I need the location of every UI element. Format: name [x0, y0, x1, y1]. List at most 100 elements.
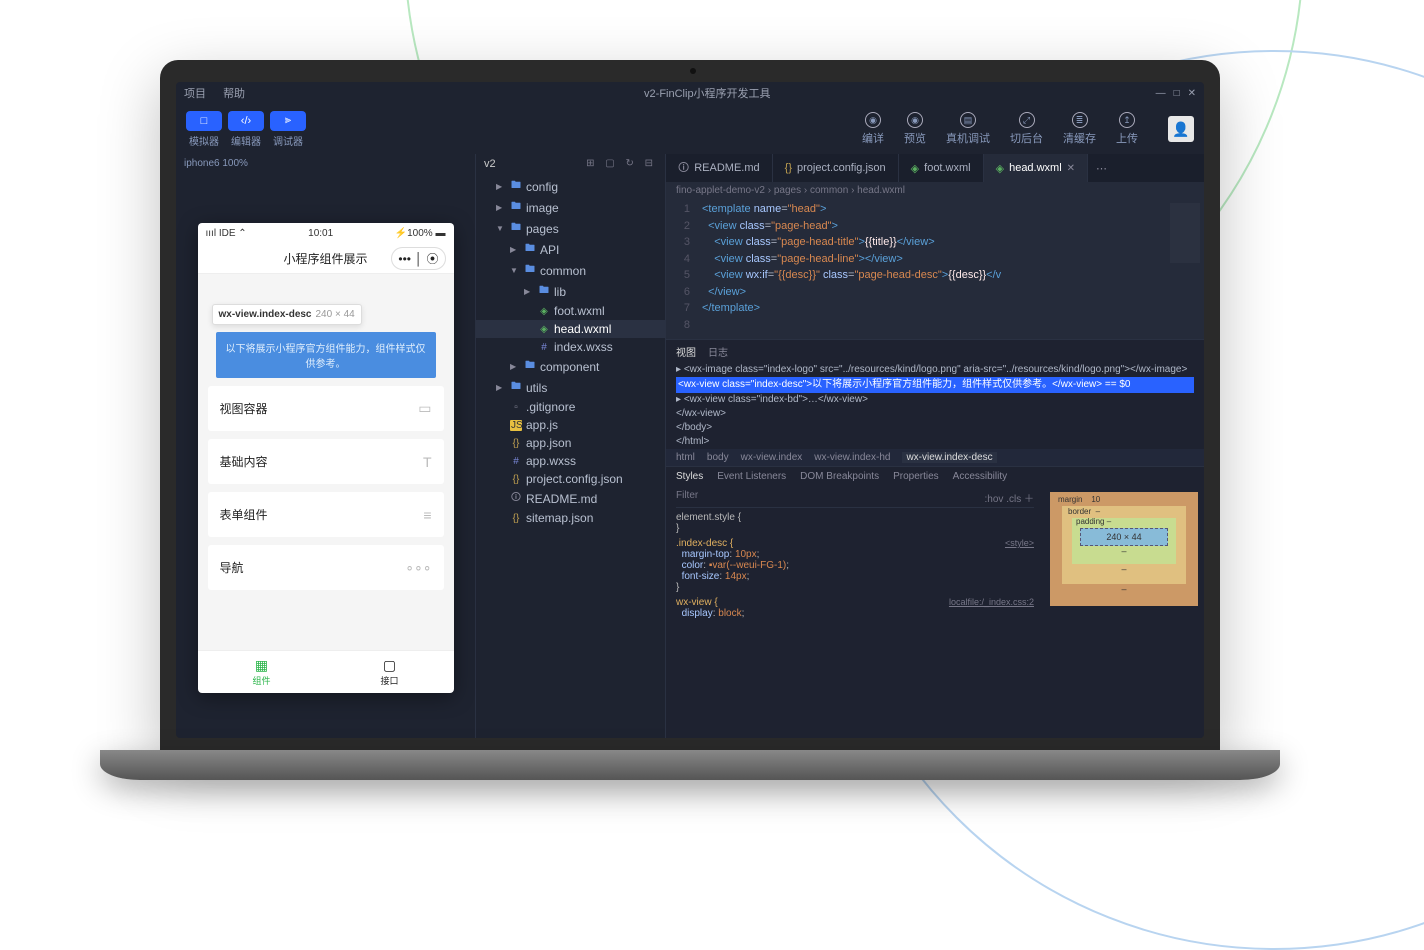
dom-crumb[interactable]: wx-view.index-hd	[814, 452, 890, 463]
style-subtab[interactable]: Accessibility	[953, 471, 1007, 482]
file-item[interactable]: #app.wxss	[476, 452, 665, 470]
style-subtab[interactable]: Event Listeners	[717, 471, 786, 482]
folder-item[interactable]: ▼🖿common	[476, 260, 665, 281]
editor-tab[interactable]: 🛈README.md	[666, 154, 773, 182]
ide-window: 项目 帮助 v2-FinClip小程序开发工具 — □ ✕ □模拟器 ‹/	[176, 82, 1204, 738]
folder-item[interactable]: ▶🖿lib	[476, 281, 665, 302]
file-item[interactable]: 🛈README.md	[476, 488, 665, 509]
simulator-panel: iphone6 100% ıııl IDE ⌃ 10:01 ⚡100% ▬ 小程…	[176, 154, 476, 738]
list-card[interactable]: 视图容器 ▭	[208, 386, 444, 431]
style-subtab[interactable]: DOM Breakpoints	[800, 471, 879, 482]
device-tabbar: ▦组件 ▢接口	[198, 650, 454, 693]
project-root[interactable]: v2	[484, 158, 496, 170]
file-item[interactable]: {}app.json	[476, 434, 665, 452]
upload-button[interactable]: ↥上传	[1116, 112, 1138, 146]
close-icon[interactable]: ✕	[1188, 88, 1196, 99]
folder-item[interactable]: ▼🖿pages	[476, 218, 665, 239]
card-label: 导航	[220, 559, 244, 576]
menu-help[interactable]: 帮助	[223, 88, 245, 100]
device-label[interactable]: iphone6 100%	[176, 154, 475, 173]
folder-item[interactable]: ▶🖿config	[476, 176, 665, 197]
view-editor-toggle[interactable]: ‹/›编辑器	[228, 111, 264, 148]
card-label: 视图容器	[220, 400, 268, 417]
tab-api[interactable]: ▢接口	[326, 651, 454, 693]
devtools: 视图 日志 ▸ <wx-image class="index-logo" src…	[666, 339, 1204, 738]
remote-debug-button[interactable]: ▤真机调试	[946, 112, 990, 146]
status-battery: ⚡100% ▬	[395, 228, 446, 239]
device-statusbar: ıııl IDE ⌃ 10:01 ⚡100% ▬	[198, 223, 454, 244]
editor-tab[interactable]: {}project.config.json	[773, 154, 899, 182]
laptop-frame: 项目 帮助 v2-FinClip小程序开发工具 — □ ✕ □模拟器 ‹/	[160, 60, 1220, 780]
tab-components[interactable]: ▦组件	[198, 651, 326, 693]
dom-tree[interactable]: ▸ <wx-image class="index-logo" src="../r…	[666, 363, 1204, 449]
file-explorer: v2 ⊞ ▢ ↻ ⊟ ▶🖿config▶🖿image▼🖿pages▶🖿API▼🖿…	[476, 154, 666, 738]
status-time: 10:01	[308, 228, 333, 239]
file-item[interactable]: #index.wxss	[476, 338, 665, 356]
style-rules[interactable]: Filter :hov .cls ＋ element.style {} <sty…	[666, 486, 1044, 738]
style-subtab[interactable]: Styles	[676, 471, 703, 482]
file-item[interactable]: ◈foot.wxml	[476, 302, 665, 320]
device-frame: ıııl IDE ⌃ 10:01 ⚡100% ▬ 小程序组件展示 •••│⦿ w…	[198, 223, 454, 693]
list-card[interactable]: 基础内容 T	[208, 439, 444, 484]
card-icon: T	[423, 454, 432, 470]
tab-overflow[interactable]: ⋯	[1088, 154, 1115, 182]
list-card[interactable]: 表单组件 ≡	[208, 492, 444, 537]
folder-item[interactable]: ▶🖿API	[476, 239, 665, 260]
capsule-button[interactable]: •••│⦿	[391, 247, 445, 270]
folder-item[interactable]: ▶🖿component	[476, 356, 665, 377]
device-navbar: 小程序组件展示 •••│⦿	[198, 244, 454, 274]
camera-dot	[690, 68, 696, 74]
chip-icon: ▢	[326, 657, 454, 674]
editor-tab[interactable]: ◈head.wxml✕	[984, 154, 1088, 182]
close-tab-icon[interactable]: ✕	[1067, 163, 1075, 174]
card-label: 表单组件	[220, 506, 268, 523]
toolbar: □模拟器 ‹/›编辑器 ⫸调试器 ◉编详 ◉预览 ▤真机调试 ⤢切后台 ≣清缓存…	[176, 104, 1204, 154]
list-card[interactable]: 导航 ∘∘∘	[208, 545, 444, 590]
minimize-icon[interactable]: —	[1156, 88, 1166, 99]
dom-selected-node[interactable]: <wx-view class="index-desc">以下将展示小程序官方组件…	[676, 377, 1194, 393]
minimap[interactable]	[1170, 203, 1200, 263]
code-editor[interactable]: 1<template name="head"> 2 <view class="p…	[666, 199, 1204, 339]
menu-project[interactable]: 项目	[184, 88, 206, 100]
file-item[interactable]: ▫.gitignore	[476, 398, 665, 416]
style-subtab[interactable]: Properties	[893, 471, 939, 482]
window-title: v2-FinClip小程序开发工具	[259, 85, 1156, 101]
inspect-tooltip: wx-view.index-desc240 × 44	[212, 304, 362, 325]
background-button[interactable]: ⤢切后台	[1010, 112, 1043, 146]
page-title: 小程序组件展示	[283, 250, 367, 267]
view-simulator-toggle[interactable]: □模拟器	[186, 111, 222, 148]
style-toggle-buttons[interactable]: :hov .cls ＋	[985, 490, 1034, 505]
devtools-tab-view[interactable]: 视图	[676, 344, 696, 359]
file-item[interactable]: {}sitemap.json	[476, 509, 665, 527]
editor-tabs: 🛈README.md{}project.config.json◈foot.wxm…	[666, 154, 1204, 182]
card-icon: ▭	[418, 400, 431, 417]
card-icon: ≡	[423, 507, 431, 523]
preview-button[interactable]: ◉预览	[904, 112, 926, 146]
style-filter-input[interactable]: Filter	[676, 490, 698, 505]
card-label: 基础内容	[220, 453, 268, 470]
card-icon: ∘∘∘	[405, 559, 431, 576]
file-item[interactable]: {}project.config.json	[476, 470, 665, 488]
editor-tab[interactable]: ◈foot.wxml	[899, 154, 984, 182]
grid-icon: ▦	[198, 657, 326, 674]
status-carrier: ıııl IDE ⌃	[206, 228, 247, 239]
avatar[interactable]: 👤	[1168, 116, 1194, 142]
dom-crumb[interactable]: body	[707, 452, 729, 463]
clear-cache-button[interactable]: ≣清缓存	[1063, 112, 1096, 146]
file-item[interactable]: JSapp.js	[476, 416, 665, 434]
dom-crumb[interactable]: html	[676, 452, 695, 463]
breadcrumb[interactable]: fino-applet-demo-v2 › pages › common › h…	[666, 182, 1204, 199]
devtools-tab-log[interactable]: 日志	[708, 344, 728, 359]
folder-item[interactable]: ▶🖿image	[476, 197, 665, 218]
view-debugger-toggle[interactable]: ⫸调试器	[270, 111, 306, 148]
compile-button[interactable]: ◉编详	[862, 112, 884, 146]
selected-element-overlay[interactable]: 以下将展示小程序官方组件能力，组件样式仅供参考。	[216, 332, 436, 378]
explorer-actions[interactable]: ⊞ ▢ ↻ ⊟	[586, 158, 657, 170]
style-tabs: Styles Event Listeners DOM Breakpoints Prop…	[666, 466, 1204, 486]
maximize-icon[interactable]: □	[1174, 88, 1180, 99]
folder-item[interactable]: ▶🖿utils	[476, 377, 665, 398]
file-item[interactable]: ◈head.wxml	[476, 320, 665, 338]
dom-breadcrumb: html body wx-view.index wx-view.index-hd wx-…	[666, 449, 1204, 466]
dom-crumb[interactable]: wx-view.index-desc	[902, 452, 996, 463]
dom-crumb[interactable]: wx-view.index	[741, 452, 803, 463]
